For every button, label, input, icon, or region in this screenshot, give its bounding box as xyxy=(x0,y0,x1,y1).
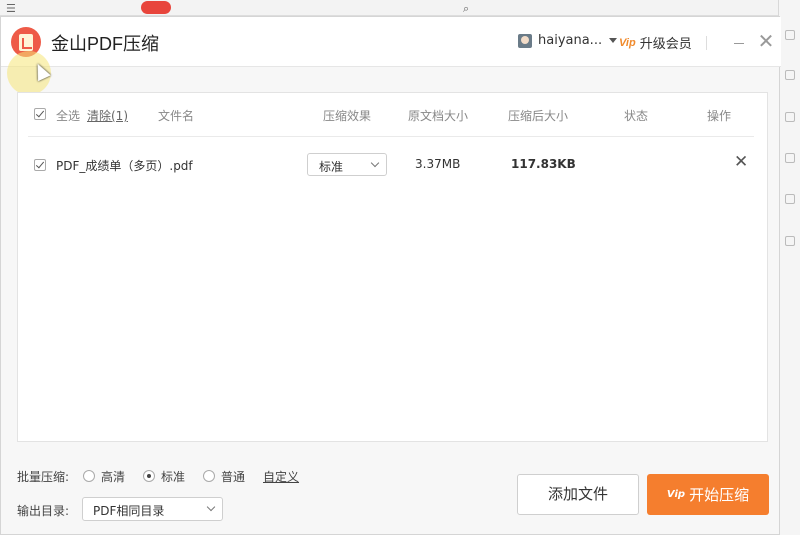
file-list-header: 全选 清除(1) 文件名 压缩效果 原文档大小 压缩后大小 状态 操作 xyxy=(18,93,769,137)
background-app-edge xyxy=(778,0,800,535)
remove-row-close-icon[interactable]: ✕ xyxy=(734,152,748,172)
radio-hd[interactable] xyxy=(83,470,95,482)
vip-icon: Vip xyxy=(619,36,636,49)
avatar xyxy=(518,33,532,48)
bg-edge-icon xyxy=(785,70,795,80)
output-dir-value: PDF相同目录 xyxy=(93,504,165,518)
batch-compress-label: 批量压缩: xyxy=(17,470,70,484)
chevron-down-icon xyxy=(370,158,380,168)
header-compressed-size: 压缩后大小 xyxy=(508,109,569,123)
row-filename: PDF_成绩单（多页）.pdf xyxy=(56,159,193,173)
start-compress-label: 开始压缩 xyxy=(689,486,750,504)
custom-link[interactable]: 自定义 xyxy=(263,468,299,485)
user-name: haiyana... xyxy=(538,33,603,48)
close-button[interactable]: ✕ xyxy=(756,31,776,51)
row-original-size: 3.37MB xyxy=(415,157,461,171)
header-divider xyxy=(28,136,754,137)
output-dir-select[interactable]: PDF相同目录 xyxy=(82,497,223,521)
header-action: 操作 xyxy=(707,109,732,123)
titlebar-divider xyxy=(706,36,707,50)
header-status: 状态 xyxy=(624,109,649,123)
upgrade-vip-label: 升级会员 xyxy=(639,37,692,52)
row-checkbox[interactable] xyxy=(34,159,46,171)
bg-search-icon: ⌕ xyxy=(463,2,470,15)
file-list-panel: 全选 清除(1) 文件名 压缩效果 原文档大小 压缩后大小 状态 操作 PDF_… xyxy=(17,92,768,442)
bg-edge-icon xyxy=(785,153,795,163)
radio-hd-label[interactable]: 高清 xyxy=(101,468,125,485)
row-effect-value: 标准 xyxy=(319,160,344,174)
vip-icon: Vip xyxy=(666,489,686,500)
clear-link[interactable]: 清除(1) xyxy=(87,107,128,124)
header-filename: 文件名 xyxy=(158,109,195,123)
output-dir-label: 输出目录: xyxy=(17,504,70,518)
background-app-menubar: ☰ ⌕ xyxy=(0,0,800,16)
dialog-title: 金山PDF压缩 xyxy=(51,34,159,54)
radio-normal[interactable] xyxy=(203,470,215,482)
table-row: PDF_成绩单（多页）.pdf 标准 3.37MB 117.83KB ✕ xyxy=(18,149,769,179)
bg-menu-fragment: ☰ xyxy=(6,2,16,15)
radio-normal-label[interactable]: 普通 xyxy=(221,468,245,485)
select-all-label: 全选 xyxy=(56,109,81,123)
header-effect: 压缩效果 xyxy=(323,109,372,123)
radio-standard[interactable] xyxy=(143,470,155,482)
user-account-menu[interactable]: haiyana... xyxy=(518,33,618,48)
radio-standard-label[interactable]: 标准 xyxy=(161,468,185,485)
minimize-button[interactable] xyxy=(729,31,749,51)
chevron-down-icon xyxy=(609,38,618,43)
bg-active-tab-fragment xyxy=(141,1,171,14)
dialog-titlebar: 金山PDF压缩 haiyana... Vip 升级会员 ✕ xyxy=(1,17,781,67)
bg-edge-icon xyxy=(785,30,795,40)
upgrade-vip-button[interactable]: Vip 升级会员 xyxy=(619,33,692,53)
pdf-compress-dialog: 金山PDF压缩 haiyana... Vip 升级会员 ✕ 全选 清除(1) 文… xyxy=(0,16,781,535)
bg-edge-icon xyxy=(785,236,795,246)
bg-edge-icon xyxy=(785,112,795,122)
select-all-checkbox[interactable] xyxy=(34,108,46,120)
row-effect-select[interactable]: 标准 xyxy=(307,153,387,176)
header-original-size: 原文档大小 xyxy=(408,109,469,123)
row-compressed-size: 117.83KB xyxy=(511,157,576,171)
add-file-button[interactable]: 添加文件 xyxy=(517,474,639,515)
start-compress-button[interactable]: Vip 开始压缩 xyxy=(647,474,769,515)
chevron-down-icon xyxy=(206,502,216,512)
bg-edge-icon xyxy=(785,194,795,204)
